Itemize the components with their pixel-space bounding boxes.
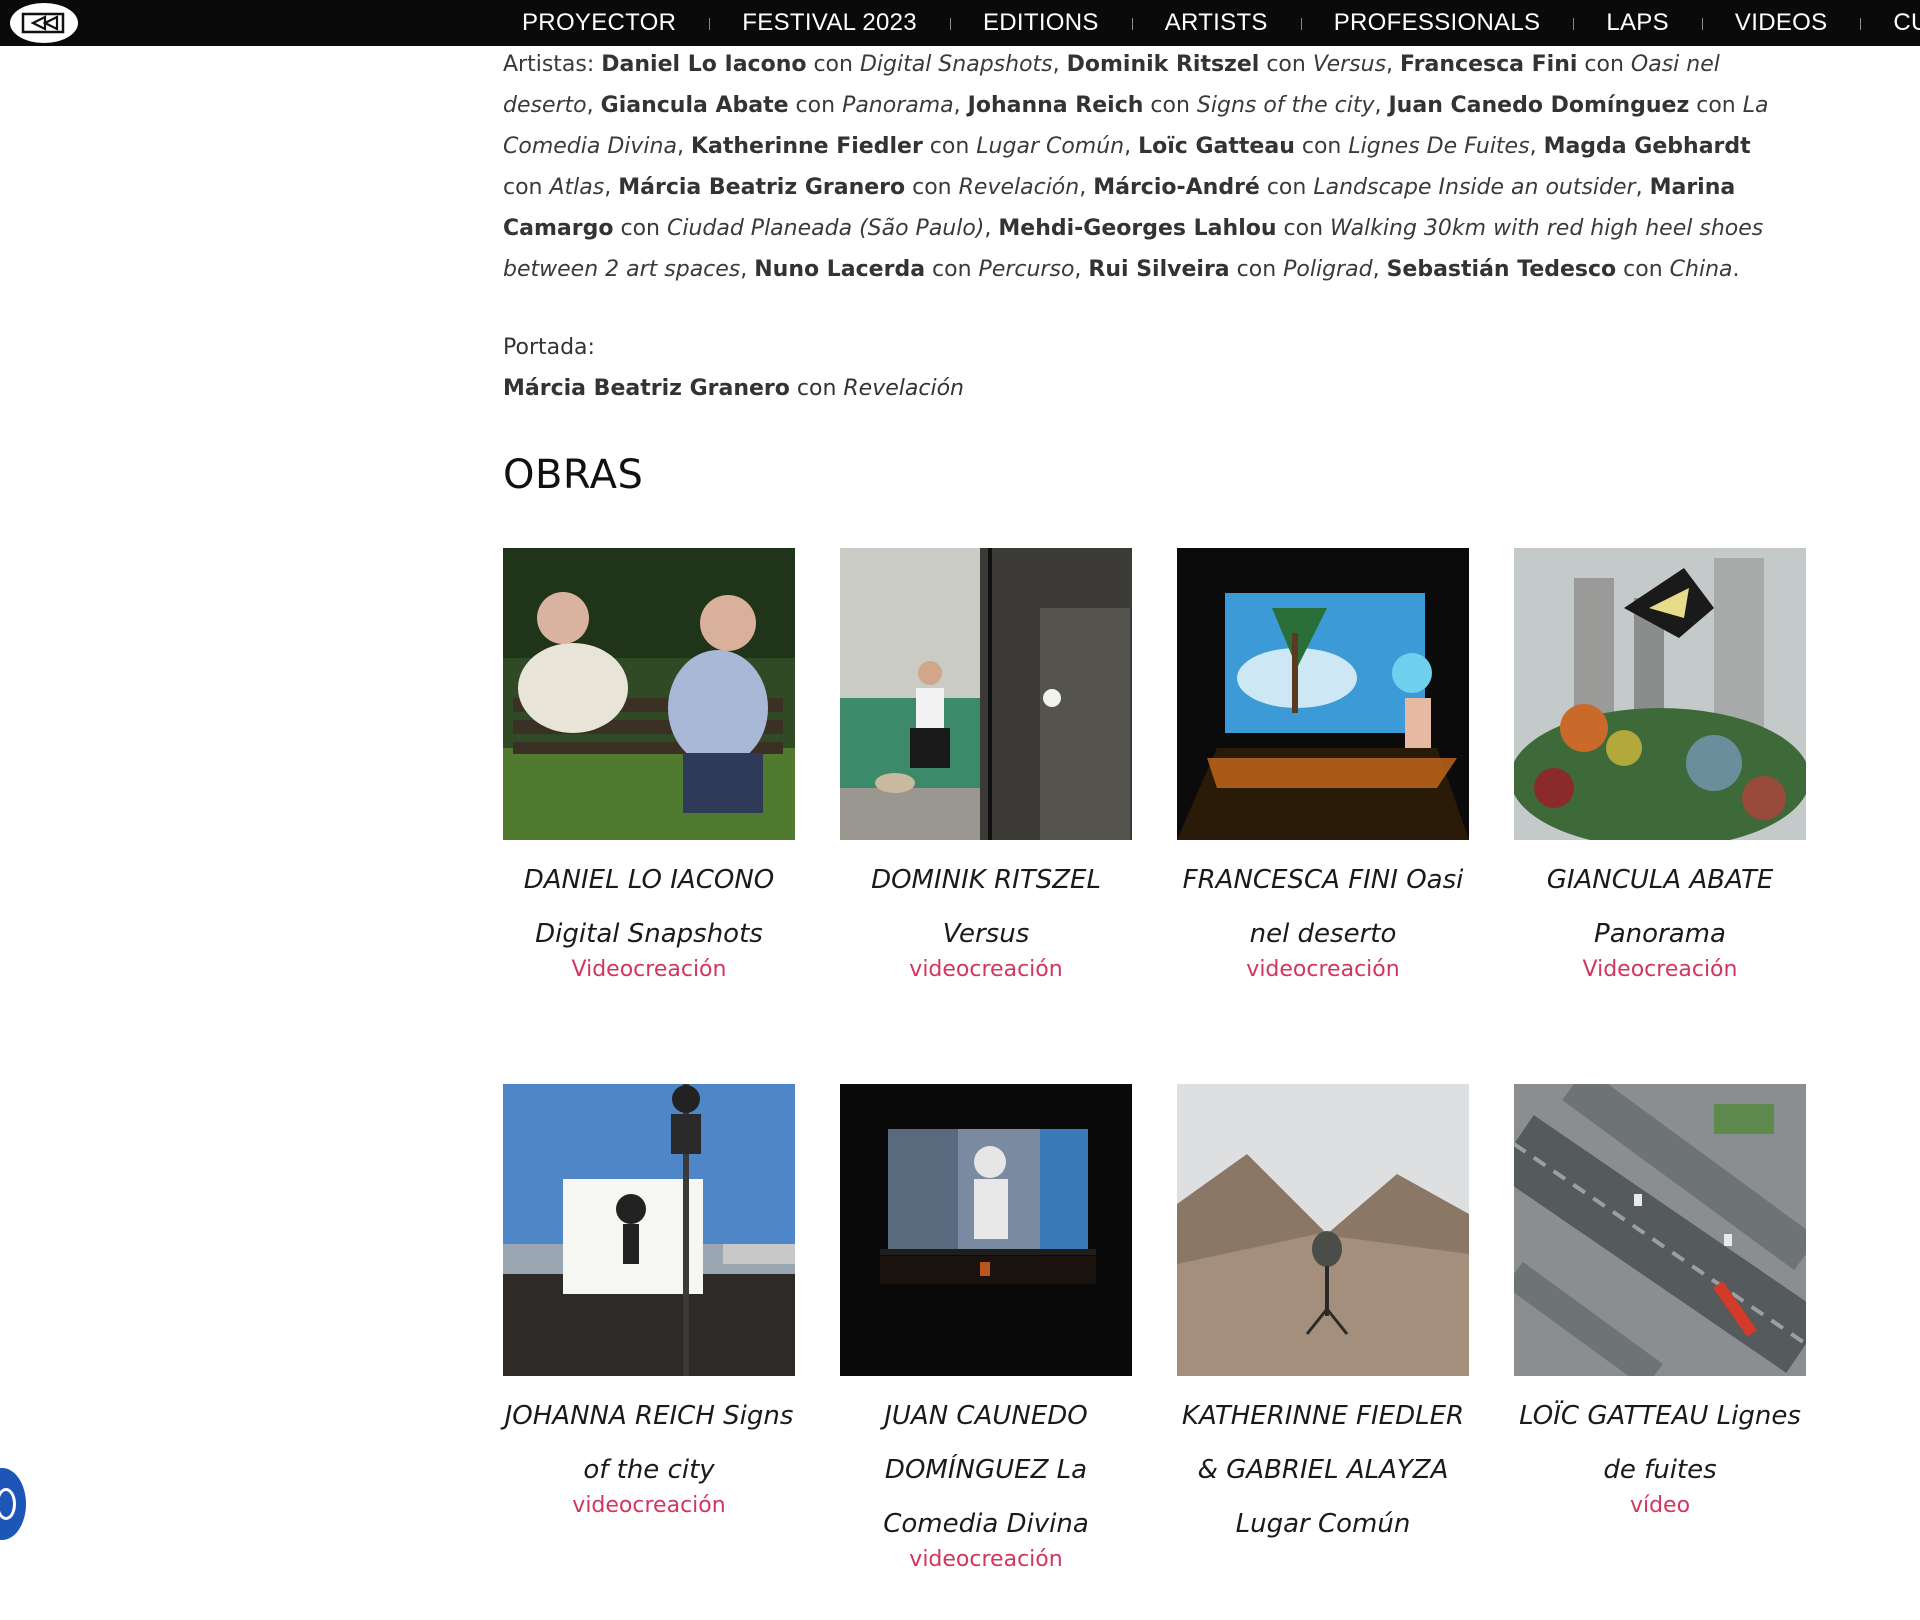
artist-work: Revelación (958, 175, 1080, 200)
obra-title[interactable]: GIANCULA ABATE Panorama (1514, 853, 1806, 961)
obra-title[interactable]: DANIEL LO IACONO Digital Snapshots (503, 853, 795, 961)
obra-category-link[interactable]: Videocreación (1514, 955, 1806, 985)
artist-work: Lugar Común (976, 134, 1125, 159)
obra-title[interactable]: LOÏC GATTEAU Lignes de fuites (1514, 1389, 1806, 1497)
obra-category-link[interactable]: videocreación (1177, 955, 1469, 985)
artist-work: Landscape Inside an outsider (1313, 175, 1636, 200)
artist-name: Loïc Gatteau (1138, 134, 1295, 159)
portada-label: Portada: (503, 335, 595, 360)
obra-card[interactable]: DANIEL LO IACONO Digital Snapshots Video… (503, 548, 795, 1084)
nav-item-videos[interactable]: VIDEOS (1701, 0, 1861, 46)
artist-name: Dominik Ritszel (1066, 52, 1260, 77)
artist-work: Atlas (549, 175, 605, 200)
artist-name: Juan Canedo Domínguez (1388, 93, 1690, 118)
obra-thumbnail[interactable] (1514, 1084, 1806, 1376)
artist-name: Rui Silveira (1088, 257, 1230, 282)
portada-credit: Márcia Beatriz Granero con Revelación (503, 368, 1783, 409)
obra-card[interactable]: KATHERINNE FIEDLER & GABRIEL ALAYZA Luga… (1177, 1084, 1469, 1620)
nav-item-curator[interactable]: CURATOR (1860, 0, 1920, 46)
nav-item-proyector[interactable]: PROYECTOR (504, 0, 709, 46)
obra-title[interactable]: KATHERINNE FIEDLER & GABRIEL ALAYZA Luga… (1177, 1389, 1469, 1551)
accessibility-icon[interactable] (0, 1468, 26, 1540)
site-logo[interactable] (10, 3, 78, 43)
artist-work: Digital Snapshots (859, 52, 1053, 77)
artist-work: Percurso (978, 257, 1075, 282)
artist-work: Ciudad Planeada (São Paulo) (666, 216, 985, 241)
top-nav-bar: PROYECTOR FESTIVAL 2023 EDITIONS ARTISTS… (0, 0, 1920, 46)
artist-work: Poligrad (1283, 257, 1373, 282)
obra-thumbnail[interactable] (840, 1084, 1132, 1376)
artist-work: China (1669, 257, 1733, 282)
man-kneeling-split-screen-image (840, 548, 1132, 840)
obra-card[interactable]: JUAN CAUNEDO DOMÍNGUEZ La Comedia Divina… (840, 1084, 1132, 1620)
obra-title[interactable]: FRANCESCA FINI Oasi nel deserto (1177, 853, 1469, 961)
obras-heading: OBRAS (503, 452, 644, 498)
artists-label: Artistas: (503, 52, 602, 77)
obra-card[interactable]: DOMINIK RITSZEL Versus videocreación (840, 548, 1132, 1084)
nav-item-laps[interactable]: LAPS (1573, 0, 1702, 46)
artist-name: Sebastián Tedesco (1386, 257, 1617, 282)
blank-sign-board-image (503, 1084, 795, 1376)
obra-card[interactable]: LOÏC GATTEAU Lignes de fuites vídeo (1514, 1084, 1806, 1620)
artist-name: Francesca Fini (1400, 52, 1578, 77)
obra-category-link[interactable]: videocreación (503, 1491, 795, 1521)
obra-title[interactable]: DOMINIK RITSZEL Versus (840, 853, 1132, 961)
two-men-on-park-bench-image (503, 548, 795, 840)
butterfly-city-collage-image (1514, 548, 1806, 840)
artist-work: Signs of the city (1196, 93, 1375, 118)
projection-palm-graffiti-image (1177, 548, 1469, 840)
obra-thumbnail[interactable] (503, 548, 795, 840)
nav-item-editions[interactable]: EDITIONS (949, 0, 1132, 46)
intro-section: Artistas: Daniel Lo Iacono con Digital S… (503, 44, 1783, 409)
nav-item-professionals[interactable]: PROFESSIONALS (1300, 0, 1574, 46)
artist-name: Nuno Lacerda (754, 257, 926, 282)
portada-block: Portada: Márcia Beatriz Granero con Reve… (503, 327, 1783, 409)
obra-thumbnail[interactable] (1177, 1084, 1469, 1376)
artist-work: Panorama (842, 93, 954, 118)
nav-item-artists[interactable]: ARTISTS (1131, 0, 1301, 46)
obra-card[interactable]: GIANCULA ABATE Panorama Videocreación (1514, 548, 1806, 1084)
artist-name: Márcia Beatriz Granero (618, 175, 906, 200)
obra-title[interactable]: JOHANNA REICH Signs of the city (503, 1389, 795, 1497)
rewind-logo-icon (21, 12, 65, 34)
artists-paragraph: Artistas: Daniel Lo Iacono con Digital S… (503, 52, 1769, 282)
nav-item-festival-2023[interactable]: FESTIVAL 2023 (709, 0, 950, 46)
obra-card[interactable]: FRANCESCA FINI Oasi nel deserto videocre… (1177, 548, 1469, 1084)
obra-category-link[interactable]: videocreación (840, 955, 1132, 985)
obra-category-link[interactable]: vídeo (1514, 1491, 1806, 1521)
artist-name: Daniel Lo Iacono (601, 52, 807, 77)
artist-name: Giancula Abate (600, 93, 789, 118)
artist-work: Versus (1312, 52, 1387, 77)
main-nav: PROYECTOR FESTIVAL 2023 EDITIONS ARTISTS… (504, 0, 1920, 46)
artist-name: Johanna Reich (967, 93, 1144, 118)
portada-artist: Márcia Beatriz Granero (503, 376, 790, 401)
outdoor-screen-night-image (840, 1084, 1132, 1376)
desert-loudspeaker-image (1177, 1084, 1469, 1376)
obra-thumbnail[interactable] (503, 1084, 795, 1376)
aerial-highway-image (1514, 1084, 1806, 1376)
artist-name: Magda Gebhardt (1543, 134, 1751, 159)
obra-thumbnail[interactable] (1514, 548, 1806, 840)
portada-connector: con (796, 376, 837, 401)
obra-title[interactable]: JUAN CAUNEDO DOMÍNGUEZ La Comedia Divina (840, 1389, 1132, 1551)
artist-work: Lignes De Fuites (1348, 134, 1530, 159)
artist-name: Márcio-André (1093, 175, 1260, 200)
obra-thumbnail[interactable] (1177, 548, 1469, 840)
obra-card[interactable]: JOHANNA REICH Signs of the city videocre… (503, 1084, 795, 1620)
artist-name: Katherinne Fiedler (690, 134, 923, 159)
obras-grid: DANIEL LO IACONO Digital Snapshots Video… (503, 548, 1806, 1620)
obra-thumbnail[interactable] (840, 548, 1132, 840)
artist-name: Mehdi-Georges Lahlou (998, 216, 1277, 241)
portada-work: Revelación (843, 376, 964, 401)
